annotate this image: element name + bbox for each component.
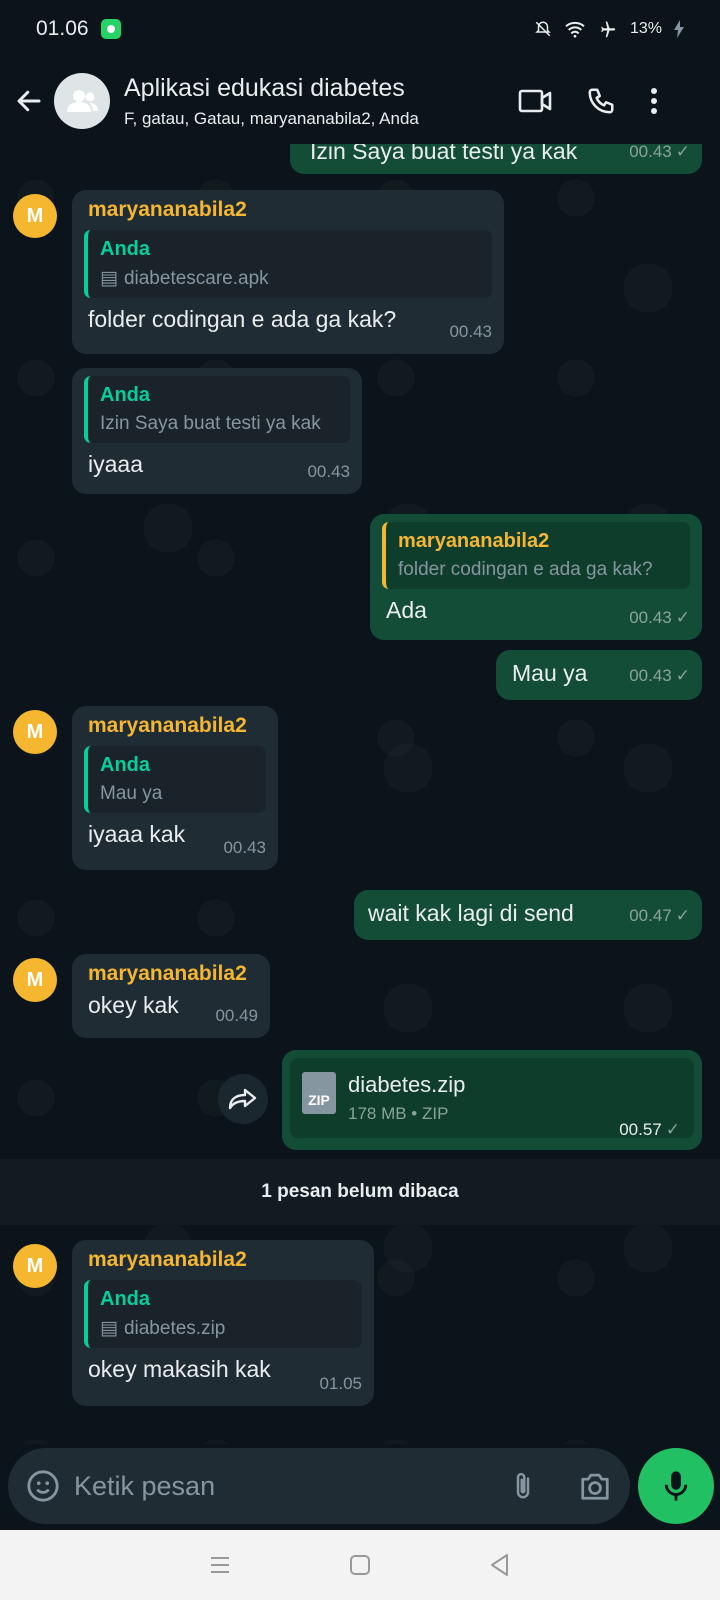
quote-author: Anda — [100, 1288, 150, 1310]
chat-header: Aplikasi edukasi diabetes F, gatau, Gata… — [0, 58, 720, 144]
message-input[interactable] — [74, 1466, 508, 1506]
quote-author: Anda — [100, 238, 150, 260]
avatar[interactable]: M — [13, 958, 57, 1002]
airplane-icon — [601, 21, 616, 38]
avatar[interactable]: M — [13, 194, 57, 238]
unread-separator: 1 pesan belum dibaca — [0, 1159, 720, 1225]
file-meta: 178 MB • ZIP — [348, 1104, 449, 1123]
group-name: Aplikasi edukasi diabetes — [124, 73, 405, 102]
outgoing-message[interactable]: Izin Saya buat testi ya kak 00.43 ✓ — [290, 144, 702, 174]
voice-message-button[interactable] — [638, 1448, 714, 1524]
sent-check-icon: ✓ — [675, 144, 690, 161]
message-time: 00.47 — [629, 906, 672, 925]
incoming-message[interactable]: maryananabila2 okey kak 00.49 — [72, 954, 270, 1038]
chat-area[interactable]: Izin Saya buat testi ya kak 00.43 ✓ M mar… — [0, 144, 720, 1444]
outgoing-file-message[interactable]: ZIP diabetes.zip 178 MB • ZIP 00.57 ✓ — [282, 1050, 702, 1150]
quote-author: maryananabila2 — [398, 530, 550, 552]
sent-check-icon: ✓ — [675, 666, 690, 685]
recent-apps-icon[interactable] — [209, 1555, 231, 1575]
message-composer — [8, 1448, 630, 1524]
incoming-message[interactable]: Anda Izin Saya buat testi ya kak iyaaa 0… — [72, 368, 362, 494]
quote-text: folder codingan e ada ga kak? — [398, 559, 653, 580]
chat-notification-icon — [100, 19, 121, 39]
message-time: 00.57 — [619, 1120, 662, 1139]
message-time: 00.43 — [629, 666, 672, 685]
incoming-message[interactable]: maryananabila2 Anda Mau ya iyaaa kak 00.… — [72, 706, 278, 870]
message-time: 00.43 — [449, 322, 492, 341]
attach-icon[interactable] — [508, 1469, 538, 1503]
battery-level: 13% — [629, 20, 662, 37]
quoted-message[interactable]: maryananabila2 folder codingan e ada ga … — [382, 522, 690, 589]
quote-text: Izin Saya buat testi ya kak — [100, 413, 321, 434]
charging-icon — [674, 20, 684, 38]
back-button[interactable] — [4, 58, 54, 144]
incoming-message[interactable]: maryananabila2 Anda ▤ diabetescare.apk fo… — [72, 190, 504, 354]
quote-author: Anda — [100, 754, 150, 776]
sent-check-icon: ✓ — [675, 906, 690, 925]
outgoing-message[interactable]: wait kak lagi di send 00.47 ✓ — [354, 890, 702, 940]
sticker-icon[interactable] — [26, 1469, 60, 1503]
message-time: 00.43 — [307, 462, 350, 481]
message-time: 00.49 — [215, 1006, 258, 1025]
quoted-message[interactable]: Anda ▤ diabetes.zip — [84, 1280, 362, 1348]
sent-check-icon: ✓ — [675, 608, 690, 627]
video-call-icon[interactable] — [518, 88, 552, 114]
quoted-message[interactable]: Anda Mau ya — [84, 746, 266, 813]
zip-file-icon: ZIP — [302, 1072, 336, 1114]
mute-icon — [535, 21, 551, 37]
document-icon: ▤ — [100, 1318, 118, 1339]
sent-check-icon: ✓ — [665, 1120, 680, 1139]
home-icon[interactable] — [349, 1554, 371, 1576]
message-time: 00.43 — [629, 608, 672, 627]
sender-name: maryananabila2 — [88, 198, 247, 221]
chat-info[interactable]: Aplikasi edukasi diabetes F, gatau, Gata… — [124, 74, 514, 129]
avatar[interactable]: M — [13, 710, 57, 754]
quoted-message[interactable]: Anda Izin Saya buat testi ya kak — [84, 376, 350, 443]
quote-author: Anda — [100, 384, 150, 406]
sender-name: maryananabila2 — [88, 962, 247, 985]
quoted-message[interactable]: Anda ▤ diabetescare.apk — [84, 230, 492, 298]
message-text: folder codingan e ada ga kak? — [88, 306, 397, 332]
avatar[interactable]: M — [13, 1244, 57, 1288]
group-icon — [67, 90, 98, 112]
arrow-left-icon — [17, 90, 41, 112]
forward-icon — [228, 1088, 257, 1110]
microphone-icon — [664, 1471, 688, 1501]
system-navigation-bar — [0, 1530, 720, 1600]
quote-text: diabetescare.apk — [123, 267, 269, 289]
message-time: 00.43 — [223, 838, 266, 857]
outgoing-message[interactable]: Mau ya 00.43 ✓ — [496, 650, 702, 700]
more-options-icon[interactable] — [650, 87, 658, 115]
message-time: 01.05 — [319, 1374, 362, 1393]
message-time: 00.43 — [629, 144, 672, 161]
voice-call-icon[interactable] — [586, 86, 616, 116]
sender-name: maryananabila2 — [88, 1248, 247, 1271]
camera-icon[interactable] — [578, 1471, 612, 1501]
file-name: diabetes.zip — [348, 1072, 466, 1097]
back-nav-icon[interactable] — [489, 1553, 511, 1577]
sender-name: maryananabila2 — [88, 714, 247, 737]
document-icon: ▤ — [100, 268, 118, 289]
quote-text: diabetes.zip — [123, 1317, 226, 1339]
incoming-message[interactable]: maryananabila2 Anda ▤ diabetes.zip okey m… — [72, 1240, 374, 1406]
outgoing-message[interactable]: maryananabila2 folder codingan e ada ga … — [370, 514, 702, 640]
status-time: 01.06 — [36, 17, 89, 40]
forward-button[interactable] — [218, 1074, 268, 1124]
wifi-icon — [565, 21, 585, 38]
group-avatar[interactable] — [54, 73, 110, 129]
status-bar: 01.06 13% — [0, 0, 720, 58]
group-members: F, gatau, Gatau, maryananabila2, Anda — [124, 108, 419, 128]
quote-text: Mau ya — [100, 783, 163, 804]
